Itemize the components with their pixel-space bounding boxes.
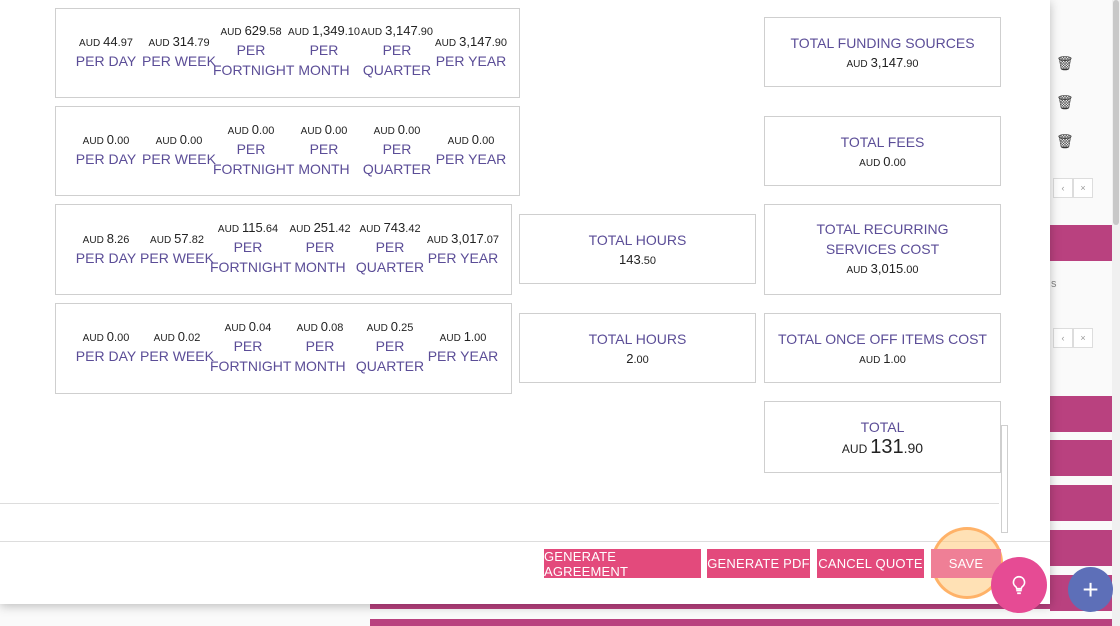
period-cell: AUD 743.42 PER QUARTER (355, 220, 425, 275)
trash-icon[interactable]: 🗑 (1056, 94, 1074, 110)
background-row (1050, 485, 1112, 521)
pager-prev-button[interactable]: ‹ (1053, 328, 1073, 348)
trash-icon[interactable]: 🗑 (1056, 133, 1074, 149)
total-funding-sources-box: TOTAL FUNDING SOURCES AUD 3,147.90 (764, 17, 1001, 87)
period-cell: AUD 0.00 PER DAY (75, 132, 137, 167)
lightbulb-icon (1012, 575, 1026, 595)
period-cell: AUD 0.00 PER QUARTER (362, 122, 432, 177)
footer-divider (0, 541, 1050, 542)
total-recurring-services-title: TOTAL RECURRING SERVICES COST (816, 221, 949, 257)
period-cell: AUD 0.00 PER DAY (75, 329, 137, 364)
total-hours-value: 2.00 (626, 351, 649, 366)
period-cell: AUD 0.04 PER FORTNIGHT (210, 319, 292, 374)
background-row (1050, 530, 1112, 566)
period-cell: AUD 629.58 PER FORTNIGHT (213, 23, 295, 78)
pager-prev-button[interactable]: ‹ (1053, 178, 1073, 198)
add-button[interactable]: + (1068, 567, 1113, 612)
trash-icon[interactable]: 🗑 (1056, 55, 1074, 71)
lightbulb-help-button[interactable] (991, 557, 1047, 613)
background-row (1050, 225, 1112, 261)
total-recurring-services-box: TOTAL RECURRING SERVICES COST AUD 3,015.0… (764, 204, 1001, 295)
total-fees-value: AUD 0.00 (859, 154, 906, 169)
grand-total-title: TOTAL (860, 419, 905, 435)
generate-pdf-button[interactable]: GENERATE PDF (707, 549, 810, 578)
save-button[interactable]: SAVE (931, 549, 1001, 578)
total-recurring-services-value: AUD 3,015.00 (846, 261, 919, 276)
total-funding-sources-title: TOTAL FUNDING SOURCES (790, 35, 975, 51)
total-hours-title: TOTAL HOURS (588, 331, 687, 347)
page-scrollbar-thumb[interactable] (1113, 0, 1119, 225)
period-cell: AUD 3,017.07 PER YEAR (427, 231, 499, 266)
period-cell: AUD 251.42 PER MONTH (289, 220, 351, 275)
period-cell: AUD 314.79 PER WEEK (142, 34, 216, 69)
total-funding-sources-value: AUD 3,147.90 (846, 55, 919, 70)
background-stripe (370, 619, 1120, 626)
total-fees-box: TOTAL FEES AUD 0.00 (764, 116, 1001, 186)
period-cell: AUD 57.82 PER WEEK (140, 231, 214, 266)
divider (0, 503, 999, 504)
period-cell: AUD 0.00 PER YEAR (435, 132, 507, 167)
total-once-off-items-box: TOTAL ONCE OFF ITEMS COST AUD 1.00 (764, 313, 1001, 383)
period-cell: AUD 3,147.90 PER YEAR (435, 34, 507, 69)
generate-agreement-button[interactable]: GENERATE AGREEMENT (544, 549, 701, 579)
pager: ‹ × (1053, 328, 1100, 348)
period-cell: AUD 8.26 PER DAY (75, 231, 137, 266)
period-cell: AUD 0.02 PER WEEK (140, 329, 214, 364)
total-once-off-items-title: TOTAL ONCE OFF ITEMS COST (778, 331, 987, 347)
total-hours-title: TOTAL HOURS (588, 232, 687, 248)
total-fees-title: TOTAL FEES (840, 134, 925, 150)
period-cell: AUD 3,147.90 PER QUARTER (361, 23, 433, 78)
period-cell: AUD 0.00 PER FORTNIGHT (213, 122, 295, 177)
period-cell: AUD 1.00 PER YEAR (427, 329, 499, 364)
grand-total-box: TOTAL AUD 131.90 (764, 401, 1001, 473)
period-cell: AUD 0.08 PER MONTH (294, 319, 346, 374)
total-hours-value: 143.50 (619, 252, 656, 267)
period-cell: AUD 115.64 PER FORTNIGHT (210, 220, 292, 275)
period-cell: AUD 0.00 PER WEEK (142, 132, 216, 167)
cancel-quote-button[interactable]: CANCEL QUOTE (817, 549, 924, 578)
pager-close-button[interactable]: × (1073, 178, 1093, 198)
background-row (1050, 396, 1112, 432)
period-cell: AUD 44.97 PER DAY (75, 34, 137, 69)
total-hours-box: TOTAL HOURS 2.00 (519, 313, 756, 383)
grand-total-value: AUD 131.90 (841, 436, 924, 458)
total-hours-box: TOTAL HOURS 143.50 (519, 214, 756, 284)
background-text: s (1051, 278, 1057, 290)
period-cell: AUD 1,349.10 PER MONTH (288, 23, 360, 78)
total-once-off-items-value: AUD 1.00 (859, 351, 906, 366)
inner-scrollbar[interactable] (1001, 425, 1008, 533)
period-cell: AUD 0.00 PER MONTH (298, 122, 350, 177)
pager: ‹ × (1053, 178, 1100, 198)
period-cell: AUD 0.25 PER QUARTER (355, 319, 425, 374)
pager-close-button[interactable]: × (1073, 328, 1093, 348)
background-row (1050, 440, 1112, 476)
